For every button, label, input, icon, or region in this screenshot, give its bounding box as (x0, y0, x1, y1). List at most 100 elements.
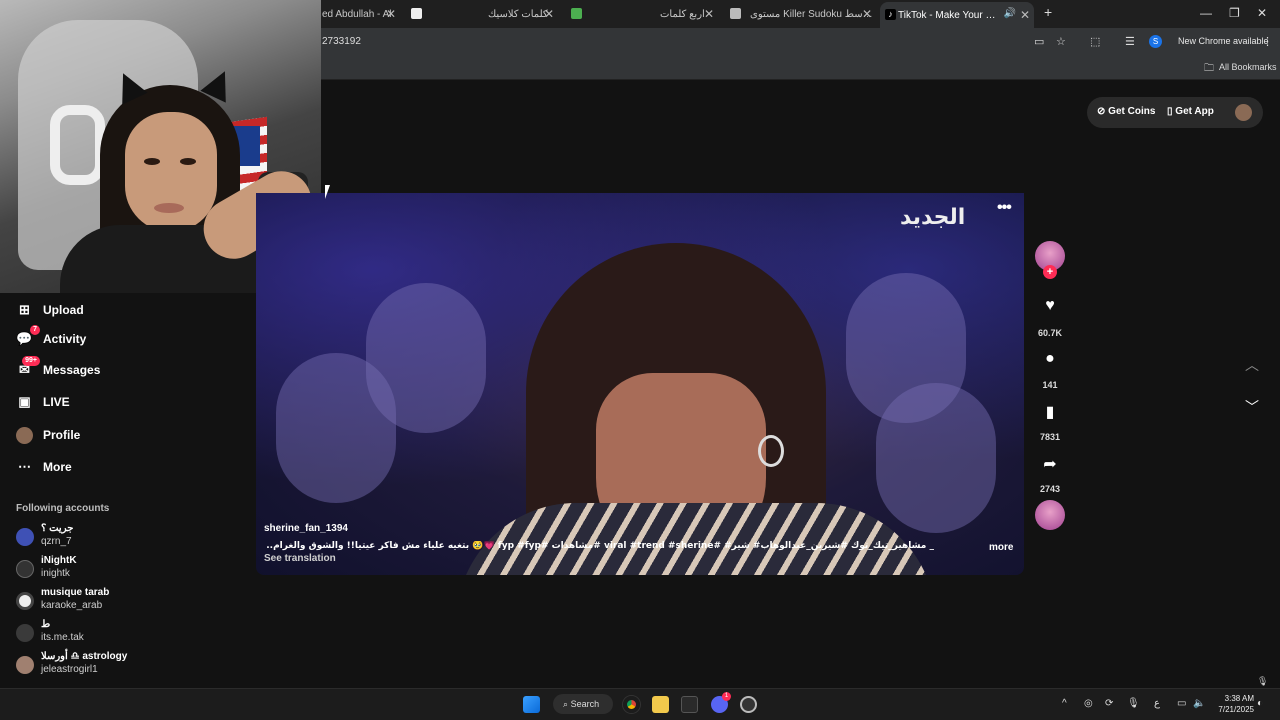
get-coins-button[interactable]: ⊘ Get Coins (1097, 106, 1155, 117)
tab-tiktok[interactable]: ♪ TikTok - Make Your Day 🔊 ✕ (880, 2, 1034, 28)
video-player[interactable]: الجديد ••• (256, 193, 1024, 575)
comment-icon[interactable]: ● (1037, 350, 1063, 368)
tab-4[interactable]: مستوى Killer Sudoku المتوسط ✕ (728, 4, 874, 24)
following-account[interactable]: أورسلا ♎︎ astrology jeleastrogirl1 (16, 651, 246, 679)
heart-icon[interactable]: ♥ (1037, 297, 1063, 315)
caption-more-link[interactable]: more (989, 542, 1013, 553)
tab-label: ed Abdullah - Al (322, 8, 392, 20)
sidebar-item-label: Messages (43, 363, 101, 377)
close-icon[interactable]: ✕ (386, 7, 396, 21)
tray-chevron-up-icon[interactable]: ^ (1062, 698, 1067, 709)
share-icon[interactable]: ➦ (1037, 454, 1063, 474)
new-tab-icon[interactable]: + (1044, 4, 1052, 20)
search-label: Search (570, 699, 600, 709)
following-account[interactable]: musique tarab karaoke_arab (16, 587, 246, 615)
video-author[interactable]: sherine_fan_1394 (264, 523, 348, 534)
url-text[interactable]: 2733192 (322, 36, 361, 47)
network-icon[interactable]: ▭ (1177, 698, 1186, 709)
app-icon[interactable] (681, 696, 698, 713)
sidebar-item-more[interactable]: ⋯ More (16, 456, 72, 478)
reading-list-icon[interactable]: ☰ (1125, 35, 1135, 48)
cast-icon[interactable]: ▭ (1034, 35, 1044, 48)
get-coins-label: Get Coins (1108, 106, 1156, 117)
taskbar-search[interactable]: ⌕ Search (553, 694, 613, 714)
account-username: karaoke_arab (41, 600, 103, 611)
following-accounts-title: Following accounts (16, 503, 110, 514)
more-options-icon[interactable]: ••• (997, 199, 1012, 217)
comment-count: 141 (1042, 380, 1058, 390)
sidebar-item-live[interactable]: ▣ LIVE (16, 391, 69, 413)
folder-icon: 🗀 (1204, 63, 1214, 74)
tab-1[interactable]: ed Abdullah - Al ✕ (322, 4, 398, 24)
tab-3[interactable]: أربع كلمات ✕ (568, 4, 716, 24)
account-username: its.me.tak (41, 632, 84, 643)
tray-mic-icon[interactable]: 🎙 (1127, 698, 1140, 709)
sidebar-item-label: More (43, 460, 72, 474)
window-close-icon[interactable]: ✕ (1257, 6, 1267, 20)
activity-icon: 💬 7 (16, 324, 40, 348)
close-icon[interactable]: ✕ (544, 7, 554, 21)
chevron-down-icon[interactable]: ﹀ (1245, 397, 1259, 417)
account-username: jeleastrogirl1 (41, 664, 98, 675)
file-explorer-icon[interactable] (652, 696, 669, 713)
sidebar-item-messages[interactable]: ✉ 99+ Messages (16, 355, 101, 381)
input-language[interactable]: ع (1154, 698, 1160, 709)
tray-app-icon[interactable]: ◎ (1084, 698, 1093, 709)
chrome-icon[interactable] (623, 696, 640, 713)
sound-avatar[interactable] (1035, 500, 1065, 530)
user-avatar[interactable] (1235, 104, 1252, 121)
like-count: 60.7K (1037, 328, 1063, 338)
tiktok-favicon-icon: ♪ (885, 9, 896, 20)
following-account[interactable]: جريت ؟ qzrn_7 (16, 523, 246, 551)
restore-icon[interactable]: ❐ (1229, 6, 1240, 20)
account-username: qzrn_7 (41, 536, 72, 547)
close-icon[interactable]: ✕ (1020, 8, 1030, 22)
close-icon[interactable]: ✕ (862, 7, 872, 21)
sidebar-item-upload[interactable]: ⊞ Upload (16, 299, 84, 321)
speaker-icon[interactable]: 🔊 (1004, 8, 1016, 19)
profile-avatar (16, 426, 33, 444)
account-avatar (16, 592, 34, 610)
obs-icon[interactable] (740, 696, 757, 713)
tab-favicon-icon (730, 8, 741, 19)
sidebar-item-label: Profile (43, 428, 81, 442)
more-icon: ⋯ (18, 459, 31, 474)
tab-favicon-icon (571, 8, 582, 19)
taskbar-clock[interactable]: 3:38 AM 7/21/2025 (1212, 693, 1254, 715)
following-account[interactable]: iNightK inightk (16, 555, 246, 583)
notifications-icon[interactable]: ◐ (1257, 698, 1263, 709)
tab-label: TikTok - Make Your Day (898, 9, 998, 21)
account-avatar (16, 528, 34, 546)
share-count: 2743 (1039, 484, 1061, 494)
profile-avatar[interactable]: S (1149, 35, 1162, 48)
tray-sync-icon[interactable]: ⟳ (1105, 698, 1113, 709)
discord-badge: 1 (722, 692, 731, 701)
bookmark-icon[interactable]: ▮ (1037, 402, 1063, 422)
account-name: iNightK (41, 555, 77, 566)
extensions-icon[interactable]: ⬚ (1090, 35, 1100, 48)
streamer-lips (154, 203, 184, 213)
tab-2[interactable]: كلمات كلاسيك ✕ (408, 4, 556, 24)
get-app-button[interactable]: ▯ Get App (1167, 106, 1214, 117)
follow-plus-icon[interactable]: + (1043, 265, 1057, 279)
minimize-icon[interactable]: — (1200, 6, 1212, 20)
chevron-up-icon[interactable]: ︿ (1245, 355, 1259, 375)
sidebar-item-activity[interactable]: 💬 7 Activity (16, 324, 86, 350)
all-bookmarks-link[interactable]: All Bookmarks (1219, 62, 1277, 72)
screen: ed Abdullah - Al ✕ كلمات كلاسيك ✕ أربع ك… (0, 0, 1280, 720)
following-account[interactable]: ط its.me.tak (16, 619, 246, 647)
sidebar-item-profile[interactable]: Profile (16, 424, 80, 446)
tab-label: مستوى Killer Sudoku المتوسط (750, 8, 874, 20)
close-icon[interactable]: ✕ (704, 7, 714, 21)
bookmark-star-icon[interactable]: ☆ (1056, 35, 1066, 48)
account-avatar (16, 656, 34, 674)
new-chrome-button[interactable]: New Chrome available (1178, 36, 1269, 46)
phone-icon: ▯ (1167, 106, 1173, 117)
coin-icon: ⊘ (1097, 106, 1106, 117)
see-translation-link[interactable]: See translation (264, 553, 336, 564)
volume-icon[interactable]: 🔈 (1193, 698, 1205, 709)
live-icon: ▣ (18, 394, 31, 409)
streamer-eye-right (180, 158, 196, 165)
windows-start-icon[interactable] (523, 696, 540, 713)
account-username: inightk (41, 568, 70, 579)
